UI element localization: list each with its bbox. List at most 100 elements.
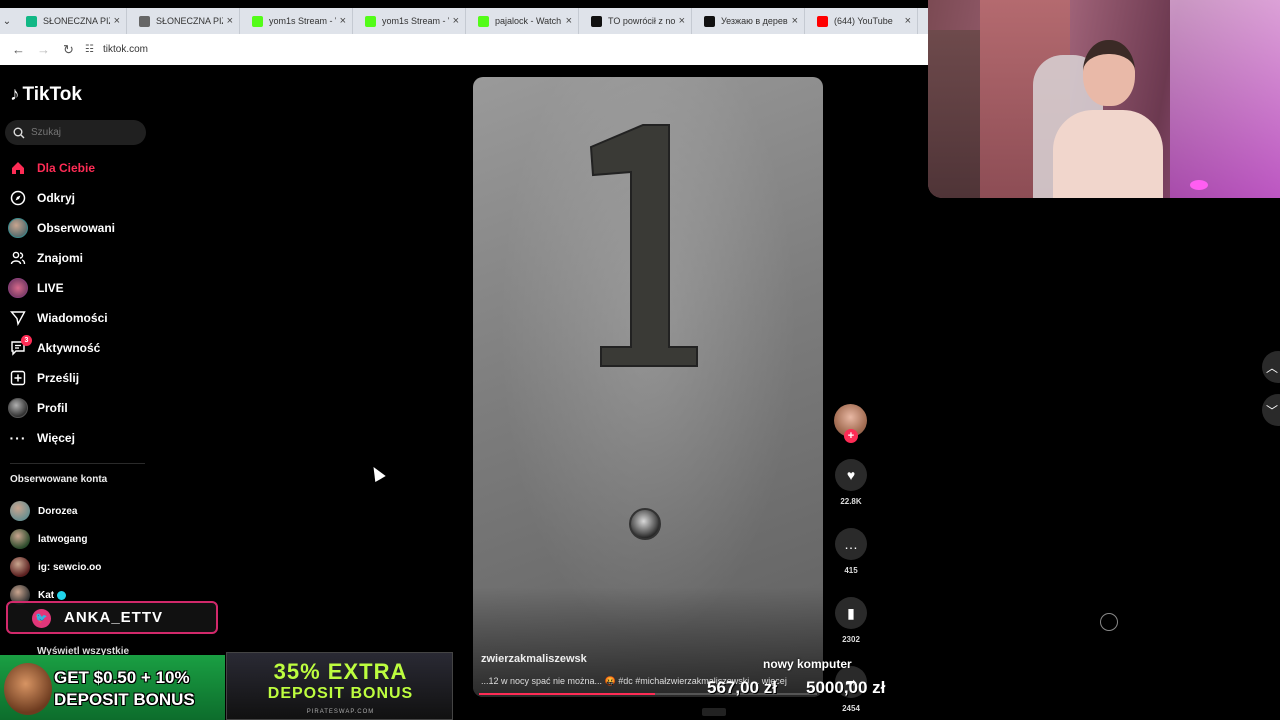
verified-badge-icon xyxy=(57,590,67,600)
bookmark-action[interactable]: ▮ 2302 xyxy=(834,597,868,644)
browser-tab[interactable]: (644) YouTube × xyxy=(805,8,918,34)
sidebar-item-wiadomości[interactable]: Wiadomości xyxy=(8,303,115,333)
tab-favicon-icon xyxy=(817,15,828,27)
next-video-button[interactable]: ﹀ xyxy=(1262,394,1280,426)
reload-button[interactable]: ↻ xyxy=(56,42,81,58)
url-field[interactable]: tiktok.com xyxy=(103,44,148,55)
sidebar-item-label: LIVE xyxy=(37,281,64,295)
sidebar-item-label: Więcej xyxy=(37,431,75,445)
tab-favicon-icon xyxy=(365,15,376,27)
sidebar-item-label: Prześlij xyxy=(37,371,80,385)
browser-tab[interactable]: Уезжаю в дерев × xyxy=(692,8,805,34)
bookmark-count: 2302 xyxy=(842,635,860,644)
profile-icon xyxy=(8,398,28,418)
avatar xyxy=(10,529,30,549)
tab-title: pajalock - Watch xyxy=(495,16,562,26)
followed-account-name: ig: sewcio.oo xyxy=(38,561,102,573)
sidebar-item-obserwowani[interactable]: Obserwowani xyxy=(8,213,115,243)
follow-plus-icon[interactable]: + xyxy=(844,429,858,443)
sidebar-item-znajomi[interactable]: Znajomi xyxy=(8,243,115,273)
ad1-line2: DEPOSIT BONUS xyxy=(54,690,195,709)
avatar-icon xyxy=(8,218,28,238)
donation-goal-current: 567,00 zł xyxy=(707,678,777,697)
sidebar-item-label: Dla Ciebie xyxy=(37,161,96,175)
tab-favicon-icon xyxy=(26,15,37,27)
twitter-bird-icon: 🐦 xyxy=(32,609,51,628)
tab-close-icon[interactable]: × xyxy=(227,15,233,27)
tab-close-icon[interactable]: × xyxy=(340,15,346,27)
search-box[interactable] xyxy=(5,120,146,145)
chevron-up-icon: ︿ xyxy=(1265,360,1278,375)
sidebar-item-profil[interactable]: Profil xyxy=(8,393,115,423)
more-icon: ··· xyxy=(9,430,27,446)
tab-close-icon[interactable]: × xyxy=(453,15,459,27)
tab-favicon-icon xyxy=(139,15,150,27)
browser-tab[interactable]: yom1s Stream - V × xyxy=(240,8,353,34)
tab-close-icon[interactable]: × xyxy=(566,15,572,27)
comment-icon[interactable]: … xyxy=(835,528,867,560)
browser-tab[interactable]: SŁONECZNA PIZZ × xyxy=(127,8,240,34)
home-icon xyxy=(8,158,28,178)
followed-accounts-title: Obserwowane konta xyxy=(10,474,108,485)
tab-favicon-icon xyxy=(478,15,489,27)
followed-account[interactable]: ig: sewcio.oo xyxy=(10,553,101,581)
tab-title: SŁONECZNA PIZZ xyxy=(43,16,110,26)
donation-goal-title: nowy komputer xyxy=(763,657,852,671)
address-bar: ← → ↻ ☷ tiktok.com xyxy=(0,34,928,65)
ad2-line2: DEPOSIT BONUS xyxy=(267,685,414,702)
site-settings-icon[interactable]: ☷ xyxy=(85,44,97,56)
browser-tab[interactable]: SŁONECZNA PIZZ × xyxy=(14,8,127,34)
forward-button[interactable]: → xyxy=(31,42,56,57)
browser-tab[interactable]: yom1s Stream - V × xyxy=(353,8,466,34)
heart-icon[interactable]: ♥ xyxy=(835,459,867,491)
bookmark-icon[interactable]: ▮ xyxy=(835,597,867,629)
search-icon xyxy=(13,127,25,138)
door-number-one-image xyxy=(589,124,698,367)
back-button[interactable]: ← xyxy=(6,42,31,57)
sidebar-nav: Dla Ciebie Odkryj Obserwowani Znajomi LIVE Wi… xyxy=(8,153,115,453)
streamer-body xyxy=(1053,110,1163,198)
tab-close-icon[interactable]: × xyxy=(792,15,798,27)
sidebar-item-aktywność[interactable]: 3 Aktywność xyxy=(8,333,115,363)
tab-title: yom1s Stream - V xyxy=(382,16,449,26)
followed-account-name: latwogang xyxy=(38,533,88,545)
tiktok-logo[interactable]: ♪ TikTok xyxy=(10,84,82,106)
video-author[interactable]: zwierzakmaliszewsk xyxy=(481,653,587,665)
tab-search-chevron-icon[interactable]: ⌄ xyxy=(0,8,14,34)
comment-action[interactable]: … 415 xyxy=(834,528,868,575)
browser-tab[interactable]: pajalock - Watch × xyxy=(466,8,579,34)
webcam-overlay xyxy=(928,0,1280,198)
tab-title: SŁONECZNA PIZZ xyxy=(156,16,223,26)
webcam-light-glow xyxy=(1170,0,1280,198)
browser-tab[interactable]: TO powrócił z no × xyxy=(579,8,692,34)
sidebar-item-odkryj[interactable]: Odkryj xyxy=(8,183,115,213)
friends-icon xyxy=(8,248,28,268)
followed-account[interactable]: latwogang xyxy=(10,525,101,553)
ad-character-image xyxy=(4,663,52,715)
twitter-overlay: 🐦 ANKA_ETTV xyxy=(6,601,218,634)
casino-ad-banner-right[interactable]: 35% EXTRA DEPOSIT BONUS PIRATESWAP.COM xyxy=(226,652,453,720)
search-input[interactable] xyxy=(31,127,141,138)
followed-account[interactable]: Dorozea xyxy=(10,497,101,525)
tab-favicon-icon xyxy=(252,15,263,27)
tab-title: Уезжаю в дерев xyxy=(721,16,788,26)
sidebar-item-więcej[interactable]: ··· Więcej xyxy=(8,423,115,453)
bottom-handle xyxy=(702,708,726,716)
previous-video-button[interactable]: ︿ xyxy=(1262,351,1280,383)
sidebar-item-prześlij[interactable]: Prześlij xyxy=(8,363,115,393)
loading-spinner-icon xyxy=(1100,613,1118,631)
live-icon xyxy=(8,278,28,298)
webcam-shelf xyxy=(928,30,983,198)
tab-close-icon[interactable]: × xyxy=(114,15,120,27)
tab-close-icon[interactable]: × xyxy=(905,15,911,27)
sidebar-item-live[interactable]: LIVE xyxy=(8,273,115,303)
creator-avatar[interactable]: + xyxy=(834,404,867,443)
tiktok-note-icon: ♪ xyxy=(10,84,20,105)
donation-goal-target: 5000,00 zł xyxy=(806,678,886,697)
sidebar-item-dla-ciebie[interactable]: Dla Ciebie xyxy=(8,153,115,183)
casino-ad-banner-left[interactable]: GET $0.50 + 10% DEPOSIT BONUS xyxy=(0,655,225,720)
tab-close-icon[interactable]: × xyxy=(679,15,685,27)
video-player[interactable]: zwierzakmaliszewsk ...12 w nocy spać nie… xyxy=(473,77,823,697)
upload-icon xyxy=(8,368,28,388)
like-action[interactable]: ♥ 22.8K xyxy=(834,459,868,506)
